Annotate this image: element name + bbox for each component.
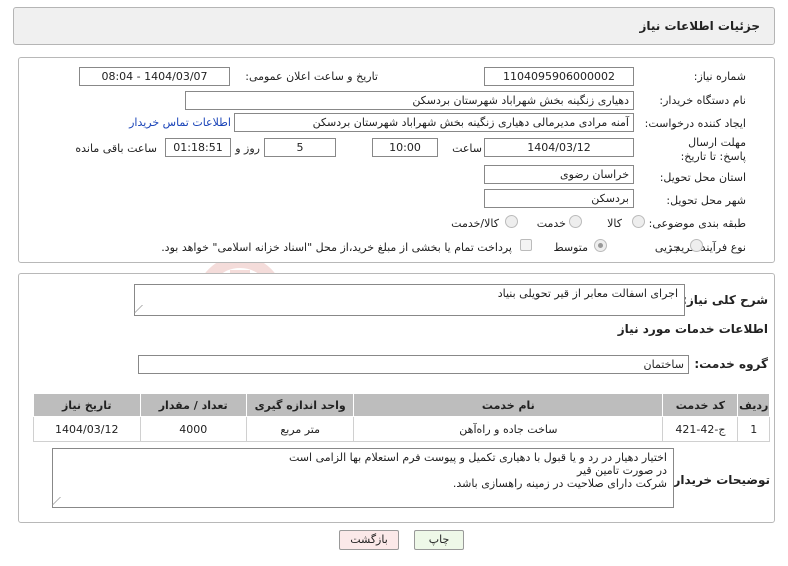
province-field: خراسان رضوی <box>484 165 634 184</box>
resize-grip[interactable] <box>134 305 150 313</box>
buyer-contact-link[interactable]: اطلاعات تماس خریدار <box>129 116 231 129</box>
summary-label: شرح کلی نیاز: <box>682 293 768 307</box>
treasury-payment-note: پرداخت تمام یا بخشی از مبلغ خرید،از محل … <box>161 241 512 254</box>
process-medium-label: متوسط <box>553 241 588 254</box>
buyer-field: دهیاری زنگینه بخش شهراباد شهرستان بردسکن <box>185 91 634 110</box>
cell-name: ساخت جاده و راه‌آهن <box>353 416 664 442</box>
announce-label: تاریخ و ساعت اعلان عمومی: <box>245 70 378 83</box>
creator-label: ایجاد کننده درخواست: <box>644 117 746 130</box>
col-header-code: کد خدمت <box>662 393 739 417</box>
service-group-field: ساختمان <box>138 355 689 374</box>
days-field: 5 <box>264 138 336 157</box>
services-table: ردیف کد خدمت نام خدمت واحد اندازه گیری ت… <box>33 393 770 442</box>
category-service-label: خدمت <box>536 217 566 230</box>
notes-text: اختیار دهیار در رد و یا قبول با دهیاری ت… <box>289 451 667 490</box>
col-header-unit: واحد اندازه گیری <box>245 393 355 417</box>
city-label: شهر محل تحویل: <box>666 194 746 207</box>
cell-date: 1404/03/12 <box>33 416 141 442</box>
table-header-row: ردیف کد خدمت نام خدمت واحد اندازه گیری ت… <box>33 393 770 417</box>
resize-grip[interactable] <box>52 497 68 505</box>
days-label: روز و <box>235 142 260 155</box>
cell-unit: متر مربع <box>245 416 355 442</box>
back-button[interactable]: بازگشت <box>339 530 399 550</box>
remaining-label: ساعت باقی مانده <box>75 142 157 155</box>
table-row: 1 ج-42-421 ساخت جاده و راه‌آهن متر مربع … <box>33 416 770 442</box>
deadline-time-field: 10:00 <box>372 138 438 157</box>
col-header-qty: تعداد / مقدار <box>139 393 247 417</box>
col-header-row: ردیف <box>737 393 770 417</box>
category-both-radio[interactable] <box>505 215 518 228</box>
remaining-time-field: 01:18:51 <box>165 138 231 157</box>
summary-textarea: اجرای اسفالت معابر از قیر تحویلی بنیاد <box>134 284 685 316</box>
col-header-date: تاریخ نیاز <box>33 393 141 417</box>
cell-qty: 4000 <box>139 416 247 442</box>
category-goods-label: کالا <box>607 217 622 230</box>
cell-row: 1 <box>737 416 770 442</box>
print-button[interactable]: چاپ <box>414 530 464 550</box>
cell-code: ج-42-421 <box>662 416 739 442</box>
province-label: استان محل تحویل: <box>659 171 746 184</box>
creator-field: آمنه مرادی مدیرمالی دهیاری زنگینه بخش شه… <box>234 113 634 132</box>
service-group-label: گروه خدمت: <box>694 357 768 371</box>
services-section-title: اطلاعات خدمات مورد نیاز <box>617 322 768 336</box>
deadline-date-field: 1404/03/12 <box>484 138 634 157</box>
category-label: طبقه بندی موضوعی: <box>648 217 746 230</box>
category-both-label: کالا/خدمت <box>451 217 499 230</box>
treasury-payment-checkbox[interactable] <box>520 239 532 251</box>
need-number-field: 1104095906000002 <box>484 67 634 86</box>
notes-textarea: اختیار دهیار در رد و یا قبول با دهیاری ت… <box>52 448 674 508</box>
deadline-label: مهلت ارسال پاسخ: تا تاریخ: <box>680 136 746 163</box>
announce-field: 1404/03/07 - 08:04 <box>79 67 230 86</box>
buyer-label: نام دستگاه خریدار: <box>659 94 746 107</box>
process-medium-radio[interactable] <box>594 239 607 252</box>
category-service-radio[interactable] <box>569 215 582 228</box>
process-partial-radio[interactable] <box>690 239 703 252</box>
info-panel <box>18 57 775 263</box>
summary-text: اجرای اسفالت معابر از قیر تحویلی بنیاد <box>497 287 678 300</box>
process-partial-label: جزیی <box>654 241 680 254</box>
notes-label: توضیحات خریدار: <box>668 473 770 487</box>
page-header: جزئیات اطلاعات نیاز <box>13 7 775 45</box>
need-number-label: شماره نیاز: <box>693 70 746 83</box>
category-goods-radio[interactable] <box>632 215 645 228</box>
time-label: ساعت <box>452 142 482 155</box>
page-title: جزئیات اطلاعات نیاز <box>639 19 760 33</box>
city-field: بردسکن <box>484 189 634 208</box>
col-header-name: نام خدمت <box>353 393 664 417</box>
